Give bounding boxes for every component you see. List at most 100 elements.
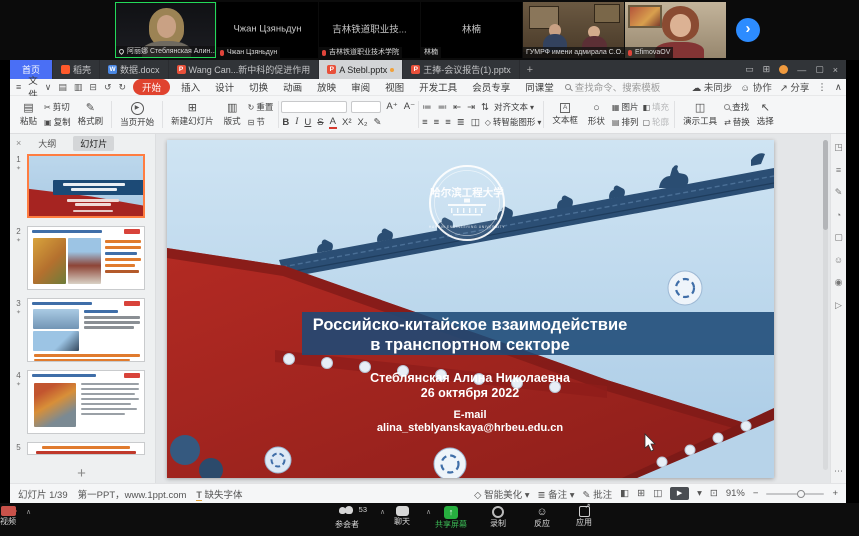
- picture-button[interactable]: ▦图片: [612, 101, 639, 113]
- select-button[interactable]: ↖选择: [754, 102, 777, 127]
- output-icon[interactable]: ▥: [74, 82, 83, 93]
- slide-sorter-view-icon[interactable]: ⊞: [637, 488, 645, 499]
- font-size-box[interactable]: [351, 101, 381, 113]
- video-toggle-button[interactable]: 视频 ∧: [0, 506, 30, 526]
- redo-icon[interactable]: ↻: [119, 82, 127, 93]
- video-tile-zhang[interactable]: Чжан Цзяньдун Чжан Цзяньдун: [217, 2, 318, 58]
- menu-tab-view[interactable]: 视图: [381, 79, 408, 95]
- slide-thumbnail-4[interactable]: [27, 370, 145, 434]
- align-right-icon[interactable]: ≡: [444, 117, 452, 128]
- chat-button[interactable]: 聊天 ∧: [384, 506, 420, 526]
- close-button[interactable]: ×: [833, 65, 838, 75]
- collaborate-button[interactable]: ☺ 协作: [740, 80, 771, 94]
- menu-tab-review[interactable]: 审阅: [347, 79, 374, 95]
- share-button[interactable]: ↗ 分享: [780, 80, 810, 94]
- play-from-current-button[interactable]: ▶当页开始: [117, 102, 157, 128]
- new-document-tab-button[interactable]: +: [520, 60, 540, 79]
- hamburger-icon[interactable]: ≡: [16, 82, 21, 92]
- reading-view-icon[interactable]: ◫: [653, 488, 662, 499]
- slide-thumbnail-5-partial[interactable]: [27, 442, 145, 455]
- find-button[interactable]: 查找: [724, 101, 750, 113]
- current-slide[interactable]: 哈尔滨工程大学 HARBIN ENGINEERING UNIVERSITY Ро…: [167, 140, 774, 478]
- decrease-font-icon[interactable]: A⁻: [403, 101, 416, 112]
- tab-docer[interactable]: 稻壳: [53, 60, 100, 79]
- layout-switch-icon[interactable]: ▭: [745, 64, 754, 75]
- font-color-button[interactable]: A: [329, 116, 337, 129]
- cut-button[interactable]: ✂剪切: [44, 101, 71, 113]
- slide-layout-button[interactable]: ▥版式: [221, 102, 244, 127]
- tab-doc-wangcan[interactable]: PWang Can...新中科的促进作用: [169, 60, 320, 79]
- comments-button[interactable]: ✎ 批注: [583, 487, 613, 501]
- object-properties-icon[interactable]: ◳: [834, 142, 843, 153]
- slide-thumbnail-2[interactable]: [27, 226, 145, 290]
- decrease-indent-icon[interactable]: ⇤: [452, 102, 462, 113]
- menu-tab-transition[interactable]: 切换: [245, 79, 272, 95]
- zoom-in-button[interactable]: +: [832, 488, 838, 499]
- tab-slides[interactable]: 幻灯片: [73, 136, 114, 151]
- tab-doc-astebl-active[interactable]: PA Stebl.pptx: [319, 60, 403, 79]
- paste-button[interactable]: ▤粘贴: [17, 102, 40, 127]
- apps-button[interactable]: 应用: [566, 506, 602, 527]
- menu-tab-member[interactable]: 会员专享: [468, 79, 514, 95]
- format-painter-button[interactable]: ✎格式刷: [75, 102, 107, 127]
- smart-beautify-button[interactable]: ◇ 智能美化 ▾: [474, 487, 529, 501]
- stickers-icon[interactable]: ☺: [834, 255, 843, 265]
- replace-button[interactable]: ⇄替换: [724, 116, 750, 128]
- justify-icon[interactable]: ≣: [456, 117, 466, 128]
- fill-button[interactable]: ◧填充: [642, 101, 669, 113]
- tab-list-icon[interactable]: ⊞: [763, 64, 771, 75]
- command-search-box[interactable]: 查找命令、搜索模板: [565, 80, 685, 94]
- align-text-button[interactable]: 对齐文本▾: [494, 101, 534, 113]
- zoom-out-button[interactable]: −: [753, 488, 759, 499]
- slide-thumbnail-1-selected[interactable]: [27, 154, 145, 218]
- normal-view-icon[interactable]: ◧: [620, 488, 629, 499]
- undo-icon[interactable]: ↺: [104, 82, 112, 93]
- share-screen-button[interactable]: ↑ 共享屏幕: [428, 506, 474, 529]
- zoom-level[interactable]: 91%: [726, 488, 745, 499]
- highlight-button[interactable]: ✎: [373, 117, 383, 128]
- save-icon[interactable]: ▤: [58, 82, 67, 93]
- tab-doc-wangpeng[interactable]: P王捧-会议报告(1).pptx: [403, 60, 520, 79]
- notes-button[interactable]: ≣ 备注 ▾: [538, 487, 575, 501]
- font-name-box[interactable]: [281, 101, 347, 113]
- menu-tab-developer[interactable]: 开发工具: [415, 79, 461, 95]
- zoom-slider[interactable]: [766, 493, 824, 495]
- menu-tab-animation[interactable]: 动画: [279, 79, 306, 95]
- superscript-button[interactable]: X²: [341, 117, 353, 128]
- animation-pane-icon[interactable]: ✎: [835, 187, 843, 198]
- history-icon[interactable]: ◔: [836, 210, 841, 220]
- add-slide-button[interactable]: +: [12, 463, 151, 483]
- video-options-caret-icon[interactable]: ∧: [26, 508, 31, 516]
- presentation-tools-button[interactable]: ◫演示工具: [680, 102, 720, 127]
- record-button[interactable]: 录制: [480, 506, 516, 528]
- file-menu-chevron-icon[interactable]: ∨: [45, 82, 52, 93]
- bullet-list-icon[interactable]: ≔: [421, 102, 433, 113]
- vertical-scrollbar[interactable]: [823, 140, 828, 470]
- align-left-icon[interactable]: ≡: [421, 117, 429, 128]
- columns-icon[interactable]: ◫: [470, 117, 481, 128]
- video-tile-jilin[interactable]: 吉林铁道职业技... 吉林铁道职业技术学院: [319, 2, 420, 58]
- account-avatar[interactable]: [779, 65, 788, 74]
- bold-button[interactable]: B: [281, 117, 290, 128]
- sync-status[interactable]: ☁ 未同步: [692, 80, 733, 94]
- print-icon[interactable]: ⊟: [89, 82, 97, 93]
- rail-more-icon[interactable]: ⋯: [834, 466, 843, 477]
- italic-button[interactable]: I: [294, 117, 299, 127]
- video-tile-linnan[interactable]: 林楠 林楠: [421, 2, 522, 58]
- fit-slide-icon[interactable]: ⊡: [710, 488, 718, 499]
- text-box-button[interactable]: A文本框: [549, 103, 581, 126]
- underline-button[interactable]: U: [303, 117, 312, 128]
- video-tile-efimova[interactable]: EfimovaOV: [625, 2, 726, 58]
- minimize-button[interactable]: —: [797, 65, 806, 75]
- video-tile-gumrf[interactable]: ГУМРФ имени адмирала С.О...: [523, 2, 624, 58]
- line-spacing-icon[interactable]: ⇅: [480, 102, 490, 113]
- menu-tab-slideshow[interactable]: 放映: [313, 79, 340, 95]
- align-center-icon[interactable]: ≡: [433, 117, 441, 128]
- participants-button[interactable]: 53 参会者 ∧: [322, 506, 372, 529]
- section-button[interactable]: ⊟节: [248, 116, 274, 128]
- strikethrough-button[interactable]: S: [316, 117, 324, 128]
- subscript-button[interactable]: X₂: [356, 117, 368, 128]
- tab-doc-data[interactable]: W数据.docx: [100, 60, 169, 79]
- selection-pane-icon[interactable]: ≡: [836, 165, 841, 175]
- next-page-videos-button[interactable]: ›: [736, 18, 760, 42]
